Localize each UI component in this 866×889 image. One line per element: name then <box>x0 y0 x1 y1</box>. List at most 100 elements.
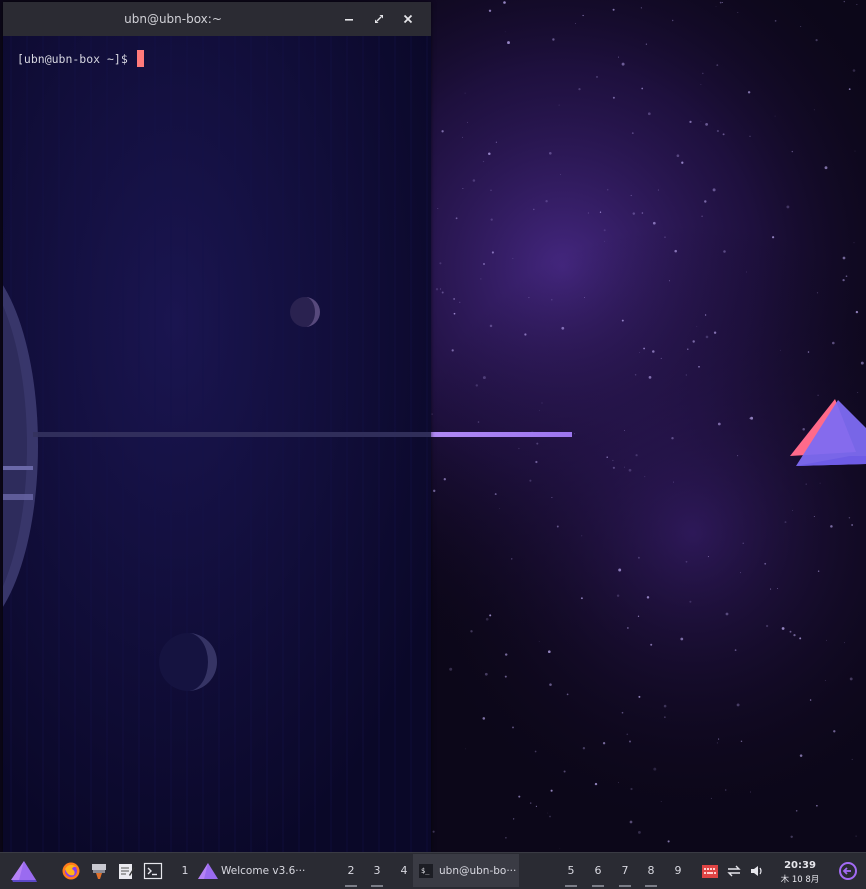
star <box>556 525 559 528</box>
maximize-icon[interactable] <box>370 10 388 28</box>
star <box>616 594 620 597</box>
workspace-2[interactable]: 2 <box>341 853 361 889</box>
star <box>578 87 581 91</box>
star <box>632 212 636 215</box>
star <box>747 91 751 94</box>
star <box>725 612 729 616</box>
star <box>848 517 851 519</box>
star <box>645 43 648 45</box>
star <box>779 349 781 351</box>
star <box>482 160 485 163</box>
workspace-8[interactable]: 8 <box>641 853 661 889</box>
star <box>689 120 692 124</box>
task-terminal[interactable]: $_ ubn@ubn-bo··· <box>413 854 519 887</box>
star <box>467 121 468 123</box>
star <box>696 326 698 327</box>
logout-icon[interactable] <box>836 853 860 889</box>
star <box>657 189 659 191</box>
star <box>626 733 629 736</box>
star <box>715 6 717 7</box>
star <box>573 433 575 435</box>
terminal-titlebar[interactable]: ubn@ubn-box:~ <box>3 2 431 36</box>
star <box>704 200 707 203</box>
minimize-icon[interactable] <box>340 10 358 28</box>
network-icon[interactable] <box>723 853 745 889</box>
star <box>489 614 492 617</box>
star <box>494 493 497 496</box>
star <box>535 460 538 464</box>
terminal-window[interactable]: ubn@ubn-box:~ [ubn@ubn-box ~]$ <box>3 2 431 852</box>
star <box>503 1 506 4</box>
star <box>852 69 856 72</box>
star <box>629 820 633 824</box>
star <box>491 251 494 254</box>
star <box>842 278 845 282</box>
star <box>551 497 553 499</box>
star <box>512 726 514 729</box>
star <box>716 129 720 133</box>
workspace-1[interactable]: 1 <box>175 853 195 889</box>
star <box>482 717 486 720</box>
star <box>689 600 692 603</box>
star <box>712 188 716 192</box>
text-editor-icon[interactable] <box>113 853 139 889</box>
star <box>799 637 802 640</box>
firefox-icon[interactable] <box>58 853 84 889</box>
star <box>857 392 859 394</box>
star <box>781 627 785 630</box>
star <box>817 394 819 397</box>
star <box>533 208 535 211</box>
star <box>490 189 492 192</box>
star <box>855 835 857 837</box>
star <box>685 374 687 376</box>
star <box>774 20 777 22</box>
star <box>618 56 620 58</box>
star <box>549 683 552 686</box>
star <box>512 258 514 259</box>
workspace-7[interactable]: 7 <box>615 853 635 889</box>
star <box>860 361 864 365</box>
star <box>582 14 584 17</box>
file-manager-icon[interactable] <box>86 853 112 889</box>
star <box>740 740 743 743</box>
star <box>652 221 656 225</box>
star <box>624 430 625 431</box>
task-welcome[interactable]: Welcome v3.6··· <box>195 854 325 887</box>
workspace-9[interactable]: 9 <box>668 853 688 889</box>
app-menu-logo-icon[interactable] <box>4 853 44 889</box>
star <box>505 836 507 839</box>
clock[interactable]: 20:39 木 10 8月 <box>774 855 826 889</box>
volume-icon[interactable] <box>746 853 768 889</box>
close-icon[interactable] <box>399 10 417 28</box>
prompt-text: [ubn@ubn-box ~]$ <box>17 51 135 66</box>
star <box>480 278 482 280</box>
star <box>701 215 703 218</box>
keyboard-layout-icon[interactable] <box>699 853 721 889</box>
workspace-6[interactable]: 6 <box>588 853 608 889</box>
star <box>470 630 473 633</box>
star <box>453 312 456 315</box>
star <box>582 747 586 750</box>
terminal-content[interactable]: [ubn@ubn-box ~]$ <box>3 36 431 852</box>
terminal-background-image <box>3 36 431 852</box>
star <box>786 205 790 209</box>
terminal-launcher-icon[interactable] <box>140 853 166 889</box>
star <box>594 782 598 786</box>
star <box>440 288 441 290</box>
star <box>700 120 702 122</box>
star <box>723 250 726 253</box>
star <box>563 770 566 773</box>
star <box>558 104 560 106</box>
star <box>485 617 489 621</box>
star <box>653 767 657 771</box>
star <box>561 326 565 330</box>
workspace-5[interactable]: 5 <box>561 853 581 889</box>
star <box>676 154 680 158</box>
star <box>772 236 775 239</box>
workspace-3[interactable]: 3 <box>367 853 387 889</box>
star <box>547 650 551 654</box>
star <box>671 436 674 440</box>
workspace-4[interactable]: 4 <box>394 853 414 889</box>
star <box>495 141 498 143</box>
star <box>451 349 454 352</box>
